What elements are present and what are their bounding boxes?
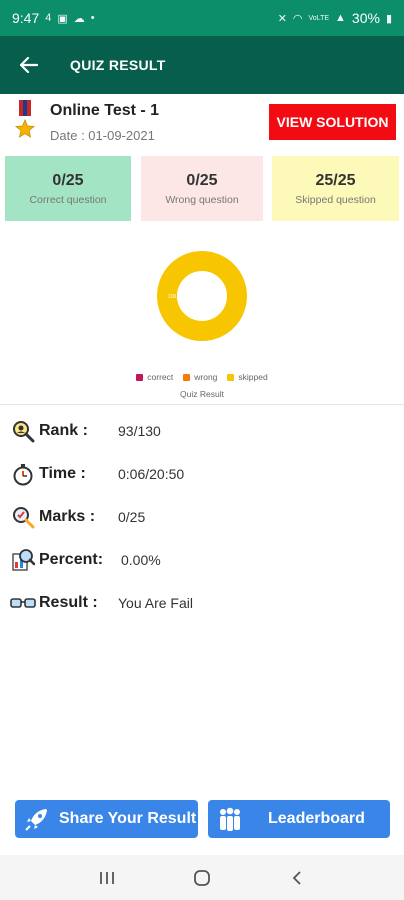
result-glasses-icon xyxy=(10,590,36,616)
legend-label-correct: correct xyxy=(147,372,174,382)
wrong-score-label: Wrong question xyxy=(165,193,239,206)
divider xyxy=(0,404,404,405)
chart-title: Quiz Result xyxy=(180,389,224,399)
view-solution-button[interactable]: VIEW SOLUTION xyxy=(269,104,396,140)
legend-swatch-correct xyxy=(136,373,144,381)
leaderboard-label: Leaderboard xyxy=(268,810,365,827)
marks-value: 0/25 xyxy=(118,509,146,525)
percent-value: 0.00% xyxy=(121,552,161,568)
app-bar: QUIZ RESULT xyxy=(0,36,404,94)
page-title: QUIZ RESULT xyxy=(70,57,166,73)
legend-item-wrong: wrong xyxy=(183,372,217,382)
dot-icon: • xyxy=(90,12,95,24)
time-row: Time : 0:06/20:50 xyxy=(10,459,400,489)
recent-apps-button[interactable] xyxy=(87,863,127,893)
rank-label: Rank : xyxy=(39,422,88,439)
gallery-icon: ▣ xyxy=(57,12,68,25)
legend-item-skipped: skipped xyxy=(227,372,268,382)
back-arrow-icon xyxy=(20,57,38,73)
percent-report-icon xyxy=(10,547,36,573)
stopwatch-icon xyxy=(10,461,36,487)
result-value: You Are Fail xyxy=(118,595,193,611)
donut-chart: 100.0% xyxy=(157,251,247,341)
correct-score-label: Correct question xyxy=(29,193,107,206)
percent-row: Percent: 0.00% xyxy=(10,545,400,575)
time-value: 0:06/20:50 xyxy=(118,466,185,482)
result-row: Result : You Are Fail xyxy=(10,588,400,618)
data-indicator: 4 xyxy=(45,12,52,24)
wifi-icon: ◠ xyxy=(292,12,303,25)
share-result-button[interactable]: Share Your Result xyxy=(15,800,198,838)
medal-icon xyxy=(14,100,36,138)
network-label: VoLTE xyxy=(308,14,330,22)
legend-swatch-wrong xyxy=(183,373,191,381)
time-label: Time : xyxy=(39,465,86,482)
rocket-icon xyxy=(21,803,53,835)
back-button[interactable] xyxy=(16,52,42,78)
share-result-label: Share Your Result xyxy=(59,810,197,827)
skipped-score-value: 25/25 xyxy=(315,171,356,189)
test-date: Date : 01-09-2021 xyxy=(50,128,155,143)
correct-score-value: 0/25 xyxy=(52,171,84,189)
marks-label: Marks : xyxy=(39,508,96,525)
skipped-score-label: Skipped question xyxy=(295,193,376,206)
legend-label-wrong: wrong xyxy=(194,372,218,382)
status-time: 9:47 xyxy=(12,10,40,26)
skipped-score-card: 25/25 Skipped question xyxy=(272,156,399,221)
back-chevron-icon xyxy=(292,870,301,885)
leaderboard-button[interactable]: Leaderboard xyxy=(208,800,390,838)
test-name: Online Test - 1 xyxy=(50,102,160,119)
rank-search-icon xyxy=(10,418,36,444)
rank-value: 93/130 xyxy=(118,423,161,439)
status-bar: 9:47 4 ▣ ☁ • ✕ ◠ VoLTE ▲ 30% ▮ xyxy=(0,0,404,36)
quiz-result-chart: 100.0% correct wrong skipped Quiz Result xyxy=(0,236,404,406)
legend-item-correct: correct xyxy=(136,372,173,382)
group-icon xyxy=(214,803,246,835)
result-label: Result : xyxy=(39,594,98,611)
mute-icon: ✕ xyxy=(277,12,287,25)
home-button[interactable] xyxy=(182,863,222,893)
legend-swatch-skipped xyxy=(227,373,235,381)
battery-icon: ▮ xyxy=(385,12,392,25)
chart-legend: correct wrong skipped xyxy=(0,372,404,382)
back-nav-button[interactable] xyxy=(277,863,317,893)
legend-label-skipped: skipped xyxy=(238,372,268,382)
rank-row: Rank : 93/130 xyxy=(10,416,400,446)
marks-magnifier-icon xyxy=(10,504,36,530)
cloud-icon: ☁ xyxy=(73,12,85,25)
home-icon xyxy=(194,869,210,886)
recent-apps-icon xyxy=(100,871,115,884)
system-nav-bar xyxy=(0,855,404,900)
signal-icon: ▲ xyxy=(335,12,346,24)
correct-score-card: 0/25 Correct question xyxy=(5,156,131,221)
donut-center-label: 100.0% xyxy=(168,294,186,300)
battery-level: 30% xyxy=(351,10,380,26)
wrong-score-value: 0/25 xyxy=(186,171,218,189)
marks-row: Marks : 0/25 xyxy=(10,502,400,532)
wrong-score-card: 0/25 Wrong question xyxy=(141,156,263,221)
percent-label: Percent: xyxy=(39,551,104,568)
